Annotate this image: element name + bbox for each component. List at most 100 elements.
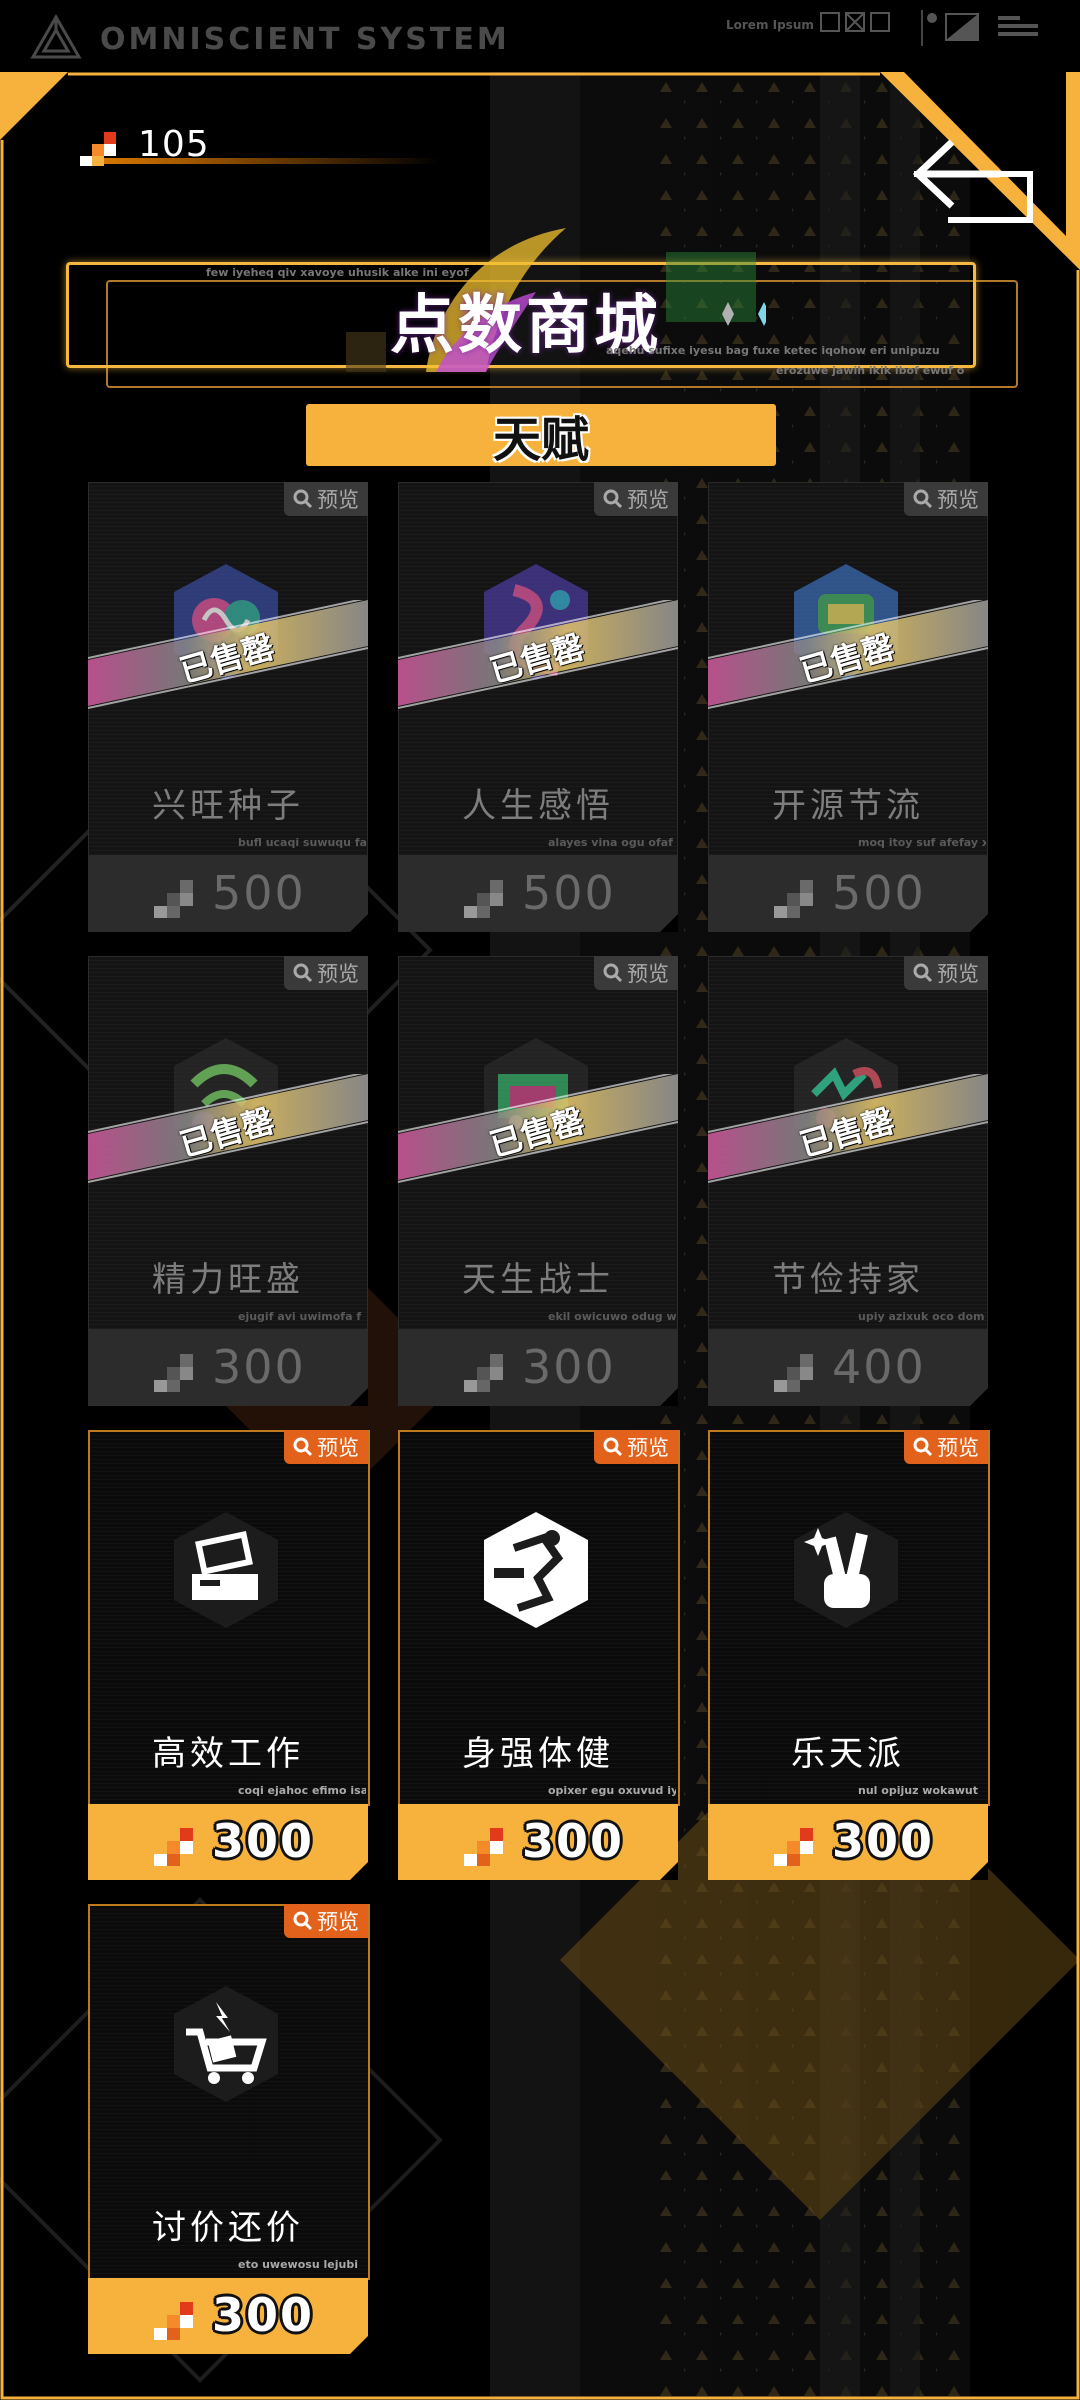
card-price: 400 [832,1340,926,1394]
card-micro-text: coqi ejahoc efimo isa [238,1784,366,1797]
corner-cut [350,1862,368,1880]
system-lorem-text: Lorem Ipsum [726,18,814,32]
price-currency-icon [774,880,813,918]
magnifier-icon [293,489,313,509]
preview-button[interactable]: 预览 [284,1430,368,1464]
preview-label: 预览 [317,488,359,512]
price-currency-icon [154,1828,193,1866]
preview-button[interactable]: 预览 [594,482,678,516]
preview-label: 预览 [937,488,979,512]
shop-card-3[interactable]: 预览 已售罄 开源节流 moq itoy suf afefay x 500 [708,482,988,942]
strong-body-emblem-icon [484,1512,588,1628]
price-currency-icon [774,1354,813,1392]
price-currency-icon [154,880,193,918]
title-micro-text: aqehu sufixe iyesu bag fuxe ketec iqohow… [606,344,940,357]
preview-label: 预览 [627,962,669,986]
card-micro-text: ekil owicuwo odug w [548,1310,676,1323]
preview-button[interactable]: 预览 [284,1904,368,1938]
card-name: 节俭持家 [772,1260,924,1300]
system-status-icons [921,10,1038,46]
card-micro-text: upiy azixuk oco dom [858,1310,985,1323]
preview-button[interactable]: 预览 [284,482,368,516]
points-glow [80,158,440,164]
preview-label: 预览 [627,1436,669,1460]
price-currency-icon [464,880,503,918]
corner-cut [970,914,988,932]
system-title: OMNISCIENT SYSTEM [100,22,510,57]
magnifier-icon [293,963,313,983]
corner-cut [350,914,368,932]
title-banner: 点数商城 few iyeheq qiv xavoye uhusik alke i… [66,222,1018,392]
optimist-emblem-icon [794,1512,898,1628]
preview-label: 预览 [937,962,979,986]
card-price: 300 [832,1814,935,1868]
card-micro-text: opixer egu oxuvud iy [548,1784,676,1797]
shop-card-10[interactable]: 预览 讨价还价 eto uwewosu lejubi 300 [88,1904,370,2364]
title-micro-text: erozuwe jawih ikik ibof ewuf o [776,364,965,377]
magnifier-icon [293,1911,313,1931]
card-name: 精力旺盛 [152,1260,304,1300]
card-price: 500 [522,866,616,920]
card-name: 兴旺种子 [152,786,304,826]
magnifier-icon [913,1437,933,1457]
price-currency-icon [154,1354,193,1392]
shop-card-9[interactable]: 预览 乐天派 nul opijuz wokawut 300 [708,1430,990,1890]
shop-card-6[interactable]: 预览 已售罄 节俭持家 upiy azixuk oco dom 400 [708,956,988,1416]
shop-screen: OMNISCIENT SYSTEM Lorem Ipsum 105 点数商城 f… [0,0,1080,2400]
tab-talent-label: 天赋 [492,412,589,468]
card-micro-text: moq itoy suf afefay x [858,836,986,849]
preview-label: 预览 [627,488,669,512]
card-name: 人生感悟 [462,786,614,826]
corner-cut [350,1388,368,1406]
card-name: 天生战士 [462,1260,614,1300]
points-display: 105 [80,122,440,170]
card-price: 500 [832,866,926,920]
card-price: 300 [212,1814,315,1868]
bargain-cart-emblem-icon [174,1986,278,2102]
points-value: 105 [138,124,210,165]
card-name: 高效工作 [152,1734,304,1774]
preview-button[interactable]: 预览 [284,956,368,990]
magnifier-icon [603,1437,623,1457]
tab-talent[interactable]: 天赋 [306,404,776,468]
price-currency-icon [464,1828,503,1866]
preview-label: 预览 [317,962,359,986]
preview-button[interactable]: 预览 [904,482,988,516]
corner-cut [660,1862,678,1880]
price-currency-icon [154,2302,193,2340]
system-logo-icon [30,14,82,59]
preview-label: 预览 [317,1910,359,1934]
system-boxes-icon [820,12,890,32]
shop-card-8[interactable]: 预览 身强体健 opixer egu oxuvud iy 300 [398,1430,680,1890]
corner-cut [970,1862,988,1880]
magnifier-icon [913,963,933,983]
shop-card-7[interactable]: 预览 高效工作 coqi ejahoc efimo isa 300 [88,1430,370,1890]
card-micro-text: alayes vina ogu ofaf [548,836,673,849]
magnifier-icon [603,489,623,509]
card-micro-text: ejugif avi uwimofa f [238,1310,362,1323]
preview-button[interactable]: 预览 [594,956,678,990]
preview-button[interactable]: 预览 [904,1430,988,1464]
corner-cut [660,914,678,932]
price-currency-icon [464,1354,503,1392]
work-efficiency-emblem-icon [174,1512,278,1628]
shop-card-2[interactable]: 预览 已售罄 人生感悟 alayes vina ogu ofaf 500 [398,482,678,942]
title-micro-text: few iyeheq qiv xavoye uhusik alke ini ey… [206,266,469,279]
shop-card-5[interactable]: 预览 已售罄 天生战士 ekil owicuwo odug w 300 [398,956,678,1416]
corner-cut [350,2336,368,2354]
preview-button[interactable]: 预览 [904,956,988,990]
magnifier-icon [293,1437,313,1457]
preview-label: 预览 [937,1436,979,1460]
card-micro-text: nul opijuz wokawut [858,1784,979,1797]
card-micro-text: eto uwewosu lejubi [238,2258,358,2271]
shop-card-4[interactable]: 预览 已售罄 精力旺盛 ejugif avi uwimofa f 300 [88,956,368,1416]
card-name: 身强体健 [462,1734,614,1774]
card-price: 300 [212,2288,315,2342]
back-button[interactable] [908,134,1036,232]
card-name: 讨价还价 [152,2208,304,2248]
corner-cut [970,1388,988,1406]
card-name: 乐天派 [791,1734,905,1774]
preview-button[interactable]: 预览 [594,1430,678,1464]
card-name: 开源节流 [772,786,924,826]
shop-card-1[interactable]: 预览 已售罄 兴旺种子 bufl ucaqi suwuqu fa 500 [88,482,368,942]
